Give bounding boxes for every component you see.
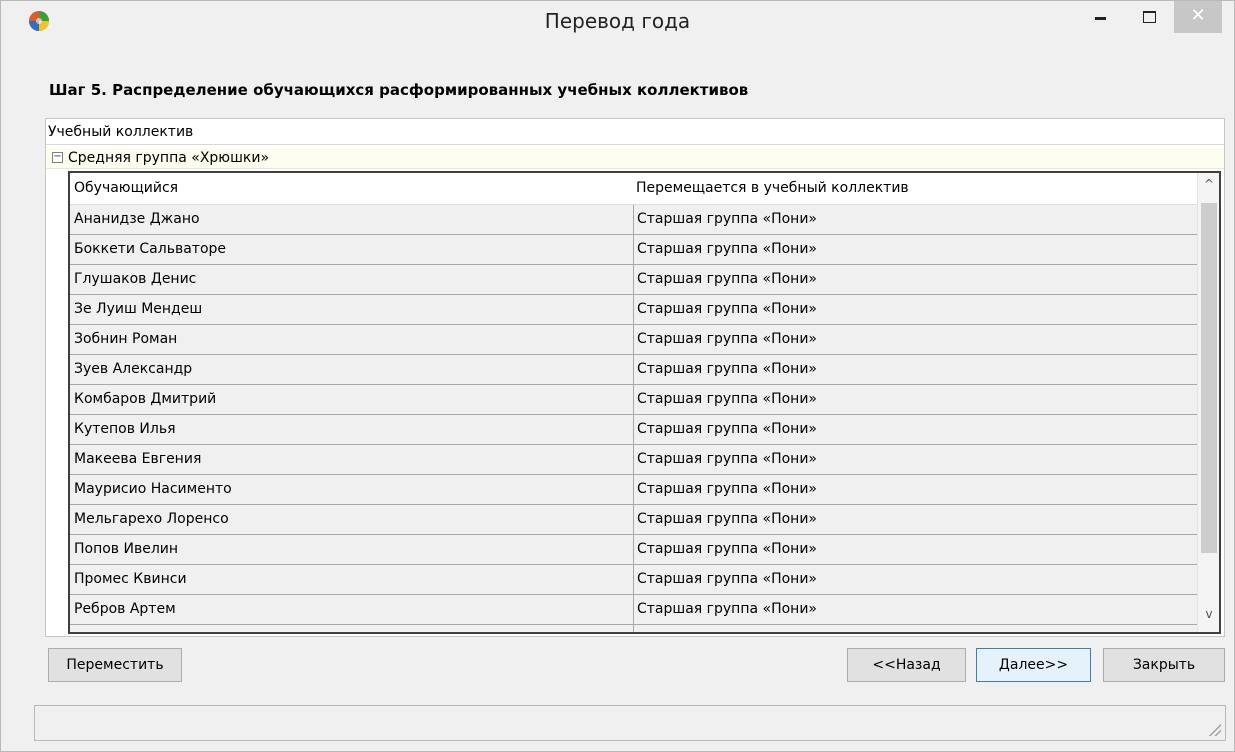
student-cell[interactable]: Ребров Артем <box>70 595 633 625</box>
step-title: Шаг 5. Распределение обучающихся расформ… <box>49 81 749 99</box>
table-row[interactable]: Промес Квинси Старшая группа «Пони» <box>70 565 1197 595</box>
target-cell[interactable]: Старшая группа «Пони» <box>633 565 1197 595</box>
target-cell[interactable]: Старшая группа «Пони» <box>633 535 1197 565</box>
students-grid-header: Обучающийся Перемещается в учебный колле… <box>70 173 1197 205</box>
student-cell[interactable]: Зе Луиш Мендеш <box>70 295 633 325</box>
close-window-button[interactable]: ✕ <box>1174 1 1222 33</box>
column-header-collective[interactable]: Учебный коллектив <box>46 119 1224 145</box>
target-cell[interactable]: Старшая группа «Пони» <box>633 625 1197 632</box>
collapse-icon[interactable]: − <box>52 152 63 163</box>
target-cell[interactable]: Старшая группа «Пони» <box>633 265 1197 295</box>
student-cell[interactable]: Маурисио Насименто <box>70 475 633 505</box>
table-row[interactable]: Маурисио Насименто Старшая группа «Пони» <box>70 475 1197 505</box>
student-cell[interactable]: Ананидзе Джано <box>70 205 633 235</box>
table-row[interactable]: Зобнин Роман Старшая группа «Пони» <box>70 325 1197 355</box>
student-cell[interactable]: Мельгарехо Лоренсо <box>70 505 633 535</box>
window-title: Перевод года <box>544 9 691 33</box>
student-cell[interactable]: Кутепов Илья <box>70 415 633 445</box>
minimize-icon <box>1094 17 1106 20</box>
student-cell[interactable]: Комбаров Дмитрий <box>70 385 633 415</box>
table-row[interactable]: Мельгарехо Лоренсо Старшая группа «Пони» <box>70 505 1197 535</box>
table-row[interactable]: Макеева Евгения Старшая группа «Пони» <box>70 445 1197 475</box>
table-row[interactable]: Зе Луиш Мендеш Старшая группа «Пони» <box>70 295 1197 325</box>
target-cell[interactable]: Старшая группа «Пони» <box>633 235 1197 265</box>
minimize-button[interactable] <box>1076 1 1124 33</box>
target-cell[interactable]: Старшая группа «Пони» <box>633 205 1197 235</box>
scrollbar-thumb[interactable] <box>1201 203 1217 553</box>
students-rows: Ананидзе Джано Старшая группа «Пони» Бокк… <box>70 205 1197 632</box>
student-cell[interactable]: Макеева Евгения <box>70 445 633 475</box>
table-row[interactable]: Ананидзе Джано Старшая группа «Пони» <box>70 205 1197 235</box>
collective-grid[interactable]: Учебный коллектив − Средняя группа «Хрюш… <box>45 118 1225 637</box>
title-bar[interactable]: Перевод года ✕ <box>1 1 1234 41</box>
table-row[interactable]: Комбаров Дмитрий Старшая группа «Пони» <box>70 385 1197 415</box>
target-cell[interactable]: Старшая группа «Пони» <box>633 505 1197 535</box>
table-row[interactable]: Боккети Сальваторе Старшая группа «Пони» <box>70 235 1197 265</box>
target-cell[interactable]: Старшая группа «Пони» <box>633 295 1197 325</box>
close-button[interactable]: Закрыть <box>1103 648 1225 682</box>
table-row[interactable]: Глушаков Денис Старшая группа «Пони» <box>70 265 1197 295</box>
student-cell[interactable]: Боккети Сальваторе <box>70 235 633 265</box>
resize-grip-icon[interactable] <box>1209 724 1221 736</box>
table-row[interactable]: Зуев Александр Старшая группа «Пони» <box>70 355 1197 385</box>
back-button[interactable]: <<Назад <box>847 648 966 682</box>
maximize-button[interactable] <box>1125 1 1173 33</box>
students-grid[interactable]: Обучающийся Перемещается в учебный колле… <box>68 171 1221 634</box>
scroll-up-icon[interactable]: ^ <box>1198 177 1219 197</box>
table-row[interactable]: Кутепов Илья Старшая группа «Пони» <box>70 415 1197 445</box>
column-header-target[interactable]: Перемещается в учебный коллектив <box>636 173 909 203</box>
table-row[interactable]: Ромуло БорджесСтаршая группа «Пони» <box>70 625 1197 632</box>
table-row[interactable]: Попов Ивелин Старшая группа «Пони» <box>70 535 1197 565</box>
vertical-scrollbar[interactable]: ^ v <box>1197 173 1219 632</box>
target-cell[interactable]: Старшая группа «Пони» <box>633 445 1197 475</box>
student-cell[interactable]: Ромуло Борджес <box>70 625 633 632</box>
target-cell[interactable]: Старшая группа «Пони» <box>633 415 1197 445</box>
next-button[interactable]: Далее>> <box>976 648 1091 682</box>
maximize-icon <box>1142 10 1156 23</box>
dialog-window: Перевод года ✕ Шаг 5. Распределение обуч… <box>0 0 1235 752</box>
group-row[interactable]: − Средняя группа «Хрюшки» <box>46 147 1224 169</box>
target-cell[interactable]: Старшая группа «Пони» <box>633 595 1197 625</box>
close-icon: ✕ <box>1190 5 1206 26</box>
target-cell[interactable]: Старшая группа «Пони» <box>633 355 1197 385</box>
student-cell[interactable]: Зуев Александр <box>70 355 633 385</box>
status-bar <box>34 705 1226 741</box>
column-header-student[interactable]: Обучающийся <box>74 173 178 203</box>
student-cell[interactable]: Глушаков Денис <box>70 265 633 295</box>
group-label: Средняя группа «Хрюшки» <box>68 150 270 166</box>
target-cell[interactable]: Старшая группа «Пони» <box>633 385 1197 415</box>
student-cell[interactable]: Попов Ивелин <box>70 535 633 565</box>
student-cell[interactable]: Зобнин Роман <box>70 325 633 355</box>
target-cell[interactable]: Старшая группа «Пони» <box>633 475 1197 505</box>
scroll-down-icon[interactable]: v <box>1198 607 1219 627</box>
move-button[interactable]: Переместить <box>48 648 182 682</box>
table-row[interactable]: Ребров Артем Старшая группа «Пони» <box>70 595 1197 625</box>
target-cell[interactable]: Старшая группа «Пони» <box>633 325 1197 355</box>
student-cell[interactable]: Промес Квинси <box>70 565 633 595</box>
